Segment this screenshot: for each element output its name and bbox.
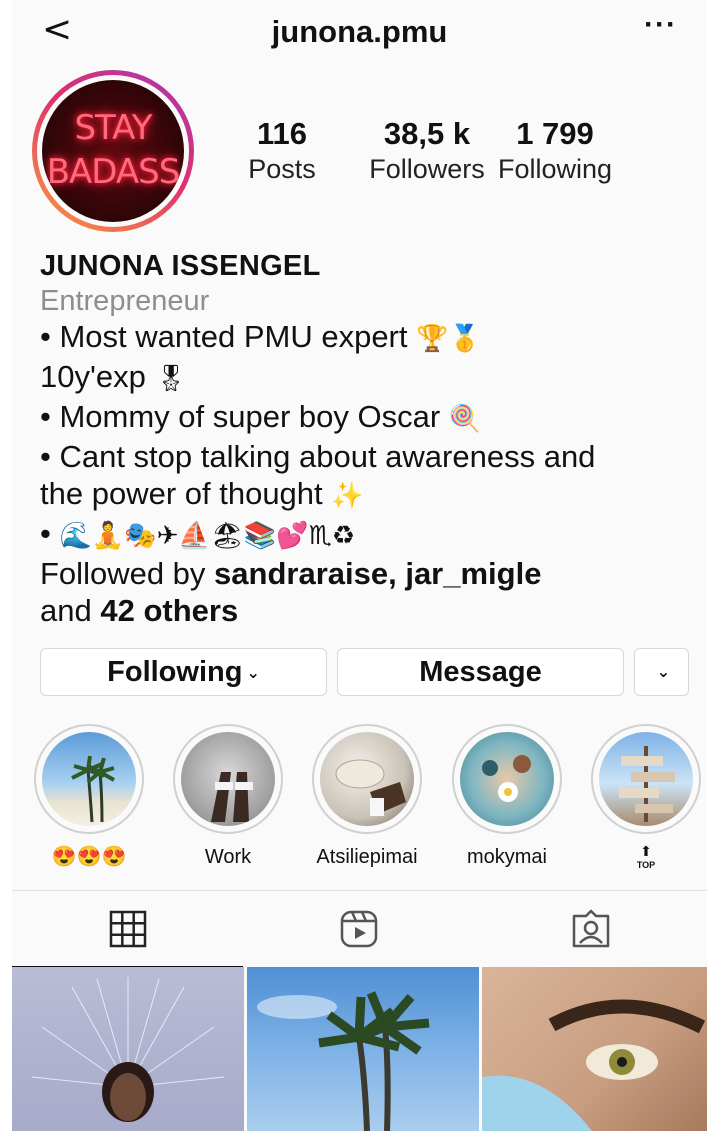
bio-text: • Cant stop talking about awareness and [40,439,596,474]
eyebrow-closeup-image [482,999,706,1131]
highlight-label: ⬆ TOP [591,844,701,872]
top-arrow-icon: ⬆ TOP [591,844,701,872]
bio-text: the power of thought [40,476,323,511]
story-highlight[interactable]: mokymai [452,724,562,870]
story-highlight[interactable]: Atsiliepimai [312,724,422,870]
bio-line: 10y'exp 🎖 [40,358,700,398]
followed-by-users[interactable]: sandraraise, jar_migle [214,556,541,591]
bio-emoji: 🏆🥇 [416,324,481,354]
highlight-ring [34,724,144,834]
chevron-down-icon: ⌄ [656,662,671,681]
tab-reels[interactable] [243,891,474,966]
highlight-cover-image [460,732,554,826]
highlight-ring [173,724,283,834]
grid-icon [109,910,146,948]
stat-following[interactable]: 1 799 Following [492,116,618,186]
portrait-image [31,977,225,1122]
avatar-border: STAY BADASS [37,75,189,227]
tab-tagged[interactable] [474,891,707,966]
tagged-icon [572,909,609,948]
tab-posts-grid[interactable] [12,891,243,968]
following-count: 1 799 [516,116,594,151]
flower-icon [482,755,531,802]
followers-label: Followers [369,154,485,184]
avatar-neon-text-line2: BADASS [46,152,181,192]
cosmetics-icon [335,759,406,816]
following-button-label: Following [107,656,243,688]
highlight-label: Work [204,846,252,868]
story-highlight[interactable]: ⬆ TOP [591,724,701,872]
bio-emoji: 🍭 [448,404,482,434]
posts-count: 116 [256,116,307,151]
stat-posts[interactable]: 116 Posts [240,116,324,186]
avatar-image: STAY BADASS [42,80,184,222]
profile-bio: JUNONA ISSENGEL Entrepreneur • Most want… [40,248,700,629]
profile-screen: < junona.pmu ··· STAY BADASS 116 Posts 3… [12,0,707,1131]
bio-line: • Mommy of super boy Oscar 🍭 [40,398,700,438]
following-button[interactable]: Following ⌄ [40,648,327,696]
chevron-down-icon: ⌄ [246,663,260,683]
highlight-cover-image [42,732,136,826]
profile-category: Entrepreneur [40,285,210,317]
avatar-neon-text-line1: STAY [74,108,152,148]
highlight-ring [591,724,701,834]
sandals-icon [211,772,253,822]
reels-icon [340,910,377,948]
suggested-accounts-button[interactable]: ⌄ [634,648,689,696]
post-thumbnail[interactable] [482,967,707,1131]
highlight-label: 😍😍😍 [51,846,127,868]
top-label: TOP [636,860,656,870]
story-highlight[interactable]: 😍😍😍 [34,724,144,870]
followed-by-others-count[interactable]: 42 others [100,593,238,628]
profile-tab-bar [12,890,707,968]
highlight-cover-image [181,732,275,826]
bio-bullet: • [40,516,51,551]
signpost-icon [619,746,675,822]
followed-by-prefix: Followed by [40,556,206,591]
bio-text: 10y'exp [40,359,146,394]
more-options-icon[interactable]: ··· [644,8,677,42]
message-button[interactable]: Message [337,648,624,696]
bio-line: • 🌊🧘🎭✈⛵🏖📚💕♏♻ [40,515,700,555]
highlight-ring [312,724,422,834]
followed-by-others[interactable]: and 42 others [40,592,700,629]
bio-emoji: 🌊🧘🎭✈⛵🏖📚💕♏♻ [59,521,356,551]
posts-grid [12,967,707,1131]
highlight-cover-image [320,732,414,826]
posts-label: Posts [248,154,316,184]
bio-emoji: ✨ [331,481,364,511]
profile-avatar[interactable]: STAY BADASS [32,70,194,232]
palm-trees-image [257,991,430,1131]
highlight-ring [452,724,562,834]
message-button-label: Message [419,656,542,688]
followed-by-and: and [40,593,92,628]
bio-emoji: 🎖 [154,364,188,394]
highlight-label: Atsiliepimai [316,846,418,868]
palm-tree-icon [71,755,115,823]
following-label: Following [497,154,613,184]
bio-line: • Most wanted PMU expert 🏆🥇 [40,318,700,358]
bio-text: • Most wanted PMU expert [40,319,408,354]
post-thumbnail[interactable] [247,967,479,1131]
followed-by[interactable]: Followed by sandraraise, jar_migle [40,555,700,592]
stat-followers[interactable]: 38,5 k Followers [352,116,502,186]
post-thumbnail[interactable] [12,967,244,1131]
bio-line: • Cant stop talking about awareness and [40,438,700,475]
profile-username: junona.pmu [271,14,448,49]
story-highlight[interactable]: Work [173,724,283,870]
followers-count: 38,5 k [383,116,471,151]
profile-name: JUNONA ISSENGEL [40,250,321,282]
bio-line: the power of thought ✨ [40,475,700,515]
bio-text: • Mommy of super boy Oscar [40,399,441,434]
highlight-cover-image [599,732,693,826]
highlight-label: mokymai [466,846,547,868]
